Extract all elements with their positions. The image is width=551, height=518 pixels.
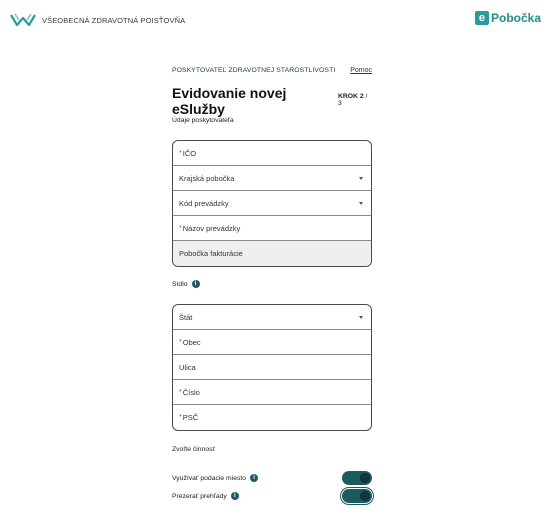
address-section-title: Sídlo — [172, 280, 188, 288]
facility-code-select[interactable]: Kód prevádzky — [173, 191, 371, 216]
street-label: Ulica — [179, 362, 196, 372]
municipality-field[interactable]: * Obec — [173, 330, 371, 355]
brand-name: VŠEOBECNÁ ZDRAVOTNÁ POISŤOVŇA — [42, 15, 186, 25]
step-indicator: KROK 2 / 3 — [338, 93, 372, 107]
epobocka-icon: e — [474, 11, 489, 25]
activity-section-title: Zvoľte činnosť — [172, 446, 216, 453]
view-reports-text: Prezerať prehľady — [172, 492, 227, 500]
country-label: Štát — [179, 312, 193, 322]
ico-field-label: IČO — [182, 148, 197, 158]
help-link[interactable]: Pomoc — [350, 67, 372, 74]
municipality-label: Obec — [182, 337, 201, 347]
regional-branch-label: Krajská pobočka — [179, 173, 235, 183]
ico-field[interactable]: * IČO — [173, 141, 371, 166]
required-mark: * — [179, 388, 182, 396]
product-badge-letter: e — [478, 11, 486, 24]
info-icon[interactable]: i — [250, 474, 259, 482]
submission-point-text: Využívať podacie miesto — [172, 474, 247, 482]
activity-section-label: Zvoľte činnosť — [172, 446, 215, 453]
street-field[interactable]: Ulica — [173, 355, 371, 380]
info-icon[interactable]: i — [230, 492, 239, 500]
product-name: Pobočka — [490, 11, 541, 25]
facility-name-field[interactable]: * Názov prevádzky — [173, 216, 371, 241]
address-fields-group: Štát * Obec Ulica * Číslo * PSČ — [172, 304, 372, 431]
vszp-logo-icon — [10, 13, 36, 27]
view-reports-row: Prezerať prehľady i — [172, 489, 372, 503]
submission-point-label: Využívať podacie miesto i — [172, 474, 259, 482]
postal-code-field[interactable]: * PSČ — [173, 405, 371, 430]
required-mark: * — [179, 224, 182, 232]
postal-code-label: PSČ — [182, 413, 199, 422]
provider-section-title: Údaje poskytovateľa — [172, 117, 234, 124]
number-label: Číslo — [182, 387, 200, 397]
submission-point-toggle[interactable] — [342, 471, 372, 485]
view-reports-label: Prezerať prehľady i — [172, 492, 239, 500]
number-field[interactable]: * Číslo — [173, 380, 371, 405]
required-mark: * — [179, 338, 182, 346]
toggle-knob — [360, 491, 370, 501]
provider-section-label: Údaje poskytovateľa — [172, 117, 234, 124]
required-mark: * — [179, 414, 182, 421]
address-section-label: Sídlo i — [172, 280, 200, 288]
toggle-knob — [360, 473, 370, 483]
brand-logo[interactable]: VŠEOBECNÁ ZDRAVOTNÁ POISŤOVŇA — [10, 10, 185, 30]
facility-code-label: Kód prevádzky — [179, 198, 229, 208]
regional-branch-select[interactable]: Krajská pobočka — [173, 166, 371, 191]
page-title: Evidovanie novej eSlužby — [172, 85, 287, 117]
product-logo[interactable]: e Pobočka — [474, 9, 541, 27]
chevron-down-icon — [359, 177, 363, 180]
provider-fields-group: * IČO Krajská pobočka Kód prevádzky * Ná… — [172, 140, 372, 267]
country-select[interactable]: Štát — [173, 305, 371, 330]
facility-name-label: Názov prevádzky — [182, 223, 241, 233]
chevron-down-icon — [359, 316, 363, 319]
step-current: KROK 2 — [337, 93, 364, 100]
required-mark: * — [179, 149, 182, 157]
info-icon[interactable]: i — [191, 280, 200, 288]
billing-branch-label: Pobočka fakturácie — [179, 249, 243, 258]
billing-branch-field: Pobočka fakturácie — [173, 241, 371, 266]
chevron-down-icon — [359, 202, 363, 205]
submission-point-row: Využívať podacie miesto i — [172, 471, 372, 485]
provider-label: POSKYTOVATEĽ ZDRAVOTNEJ STAROSTLIVOSTI — [172, 67, 336, 74]
view-reports-toggle[interactable] — [342, 489, 372, 503]
